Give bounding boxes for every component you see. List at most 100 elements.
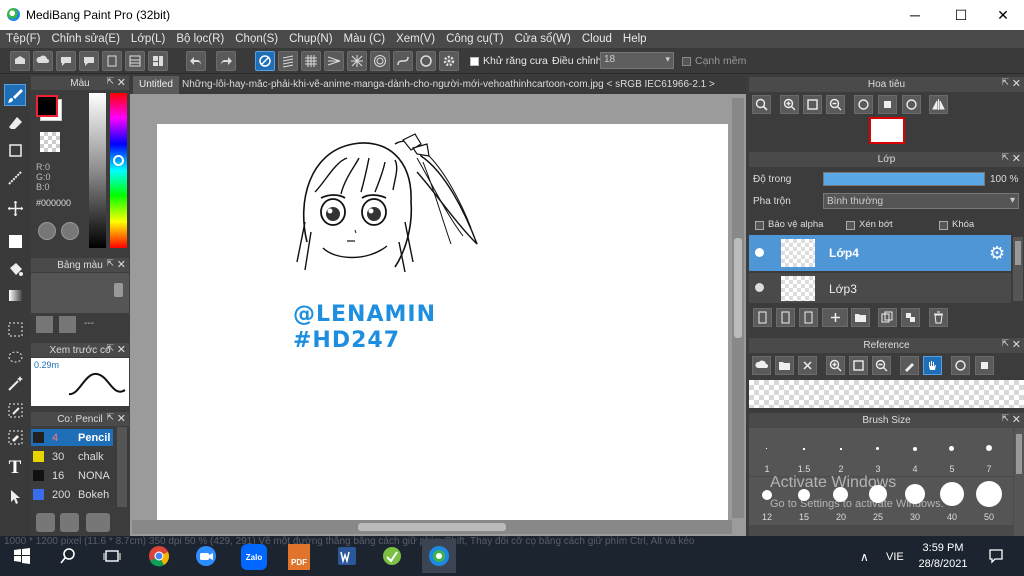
fill-rect-tool-icon[interactable]: [4, 230, 26, 252]
color-history-icon[interactable]: [61, 222, 79, 240]
zoom-in-icon[interactable]: [752, 95, 771, 114]
text-tool-icon[interactable]: T: [4, 457, 26, 479]
close-icon[interactable]: ✕: [117, 343, 126, 356]
menu-file[interactable]: Tệp(F): [6, 33, 41, 45]
rotate-left-icon[interactable]: [854, 95, 873, 114]
select-tool-icon[interactable]: [4, 318, 26, 340]
hue-handle[interactable]: [113, 155, 124, 166]
circle-snap-icon[interactable]: [370, 51, 390, 71]
snap-settings-icon[interactable]: [439, 51, 459, 71]
menu-edit[interactable]: Chỉnh sửa(E): [52, 33, 120, 45]
select-eraser-tool-icon[interactable]: [4, 426, 26, 448]
transparent-color-swatch[interactable]: [40, 132, 60, 152]
cloud-upload-icon[interactable]: [33, 51, 53, 71]
pdf-icon[interactable]: PDF: [288, 544, 310, 570]
blur-tool-icon[interactable]: [4, 167, 26, 189]
gradient-tool-icon[interactable]: [4, 284, 26, 306]
zoom-in-plus-icon[interactable]: [826, 356, 845, 375]
lasso-tool-icon[interactable]: [4, 346, 26, 368]
minimize-button[interactable]: ─: [892, 0, 938, 30]
pin-icon[interactable]: ⇱: [1001, 152, 1009, 163]
vertical-scroll-thumb[interactable]: [734, 238, 742, 338]
protect-alpha-checkbox[interactable]: [755, 219, 764, 231]
ellipse-snap-icon[interactable]: [416, 51, 436, 71]
add-palette-icon[interactable]: [36, 316, 53, 333]
cloud-download-icon[interactable]: [752, 356, 771, 375]
close-icon[interactable]: ✕: [117, 412, 126, 425]
horizontal-scrollbar[interactable]: [132, 520, 732, 534]
pin-icon[interactable]: ⇱: [106, 343, 114, 354]
menu-color[interactable]: Màu (C): [344, 33, 386, 45]
blend-select[interactable]: Bình thường ▾: [823, 193, 1019, 209]
close-button[interactable]: ✕: [980, 0, 1024, 30]
page-list-icon[interactable]: [125, 51, 145, 71]
grid-snap-icon[interactable]: [301, 51, 321, 71]
menu-select[interactable]: Chọn(S): [235, 33, 278, 45]
bucket-tool-icon[interactable]: [4, 258, 26, 280]
pin-icon[interactable]: ⇱: [106, 258, 114, 269]
comment-icon[interactable]: [56, 51, 76, 71]
brush-row[interactable]: 30 chalk: [31, 448, 113, 465]
brush-menu-icon[interactable]: [86, 513, 110, 532]
clipping-checkbox[interactable]: [846, 219, 855, 231]
zoom-out-icon[interactable]: [872, 356, 891, 375]
delete-palette-icon[interactable]: [59, 316, 76, 333]
layer-row[interactable]: Lớp3: [749, 273, 1011, 303]
clock-date[interactable]: 28/8/2021: [913, 558, 973, 570]
layer-scrollbar[interactable]: [1013, 237, 1023, 301]
brush-size-scroll-thumb[interactable]: [1016, 434, 1022, 474]
palette-list[interactable]: [31, 273, 129, 313]
new-1bit-layer-icon[interactable]: [799, 308, 818, 327]
folder-icon[interactable]: [851, 308, 870, 327]
menu-snap[interactable]: Chụp(N): [289, 33, 332, 45]
size-cell[interactable]: 1: [749, 428, 785, 476]
hand-icon[interactable]: [923, 356, 942, 375]
brush-cloud-icon[interactable]: [36, 513, 55, 532]
primary-color-swatch[interactable]: [36, 95, 58, 117]
open-folder-icon[interactable]: [775, 356, 794, 375]
language-indicator[interactable]: VIE: [886, 551, 904, 563]
operation-tool-icon[interactable]: [4, 485, 26, 507]
close-reference-icon[interactable]: [798, 356, 817, 375]
cloud-save-icon[interactable]: [10, 51, 30, 71]
size-cell[interactable]: 3: [860, 428, 896, 476]
duplicate-layer-icon[interactable]: [878, 308, 897, 327]
tab-document[interactable]: Những-lỗi-hay-mắc-phải-khi-vẽ-anime-mang…: [182, 79, 742, 90]
word-icon[interactable]: [335, 544, 359, 568]
message-icon[interactable]: [79, 51, 99, 71]
layer-scroll-thumb[interactable]: [1015, 241, 1021, 265]
menu-help[interactable]: Help: [623, 33, 647, 45]
brush-scrollbar[interactable]: [117, 427, 127, 507]
layer-settings-gear-icon[interactable]: ⚙: [989, 243, 1005, 264]
close-icon[interactable]: ✕: [1012, 152, 1021, 165]
new-layer-icon[interactable]: [753, 308, 772, 327]
reset-view-icon[interactable]: [975, 356, 994, 375]
brush-row[interactable]: 200 Bokeh: [31, 486, 113, 503]
menu-cloud[interactable]: Cloud: [582, 33, 612, 45]
pin-icon[interactable]: ⇱: [106, 412, 114, 423]
parallel-snap-icon[interactable]: [278, 51, 298, 71]
zoom-out-icon[interactable]: [826, 95, 845, 114]
close-icon[interactable]: ✕: [1012, 338, 1021, 351]
size-cell[interactable]: 5: [934, 428, 970, 476]
eyedropper-icon[interactable]: [900, 356, 919, 375]
panel-layout-icon[interactable]: [148, 51, 168, 71]
select-pen-tool-icon[interactable]: [4, 399, 26, 421]
snap-off-icon[interactable]: [255, 51, 275, 71]
size-cell[interactable]: 1.5: [786, 428, 822, 476]
size-cell[interactable]: 2: [823, 428, 859, 476]
medibang-taskbar-icon[interactable]: [422, 539, 456, 573]
vertical-scrollbar[interactable]: [732, 98, 744, 518]
zoom-in-plus-icon[interactable]: [780, 95, 799, 114]
horizontal-scroll-thumb[interactable]: [358, 523, 506, 531]
lock-checkbox[interactable]: [939, 219, 948, 231]
close-icon[interactable]: ✕: [1012, 413, 1021, 426]
undo-icon[interactable]: [186, 51, 206, 71]
close-icon[interactable]: ✕: [117, 76, 126, 89]
flip-horizontal-icon[interactable]: [929, 95, 948, 114]
drawing-page[interactable]: @LENAMIN #HD247: [157, 124, 728, 520]
radial-snap-icon[interactable]: [347, 51, 367, 71]
menu-layer[interactable]: Lớp(L): [131, 33, 165, 45]
clock-time[interactable]: 3:59 PM: [918, 542, 968, 554]
reference-canvas[interactable]: [749, 380, 1024, 408]
